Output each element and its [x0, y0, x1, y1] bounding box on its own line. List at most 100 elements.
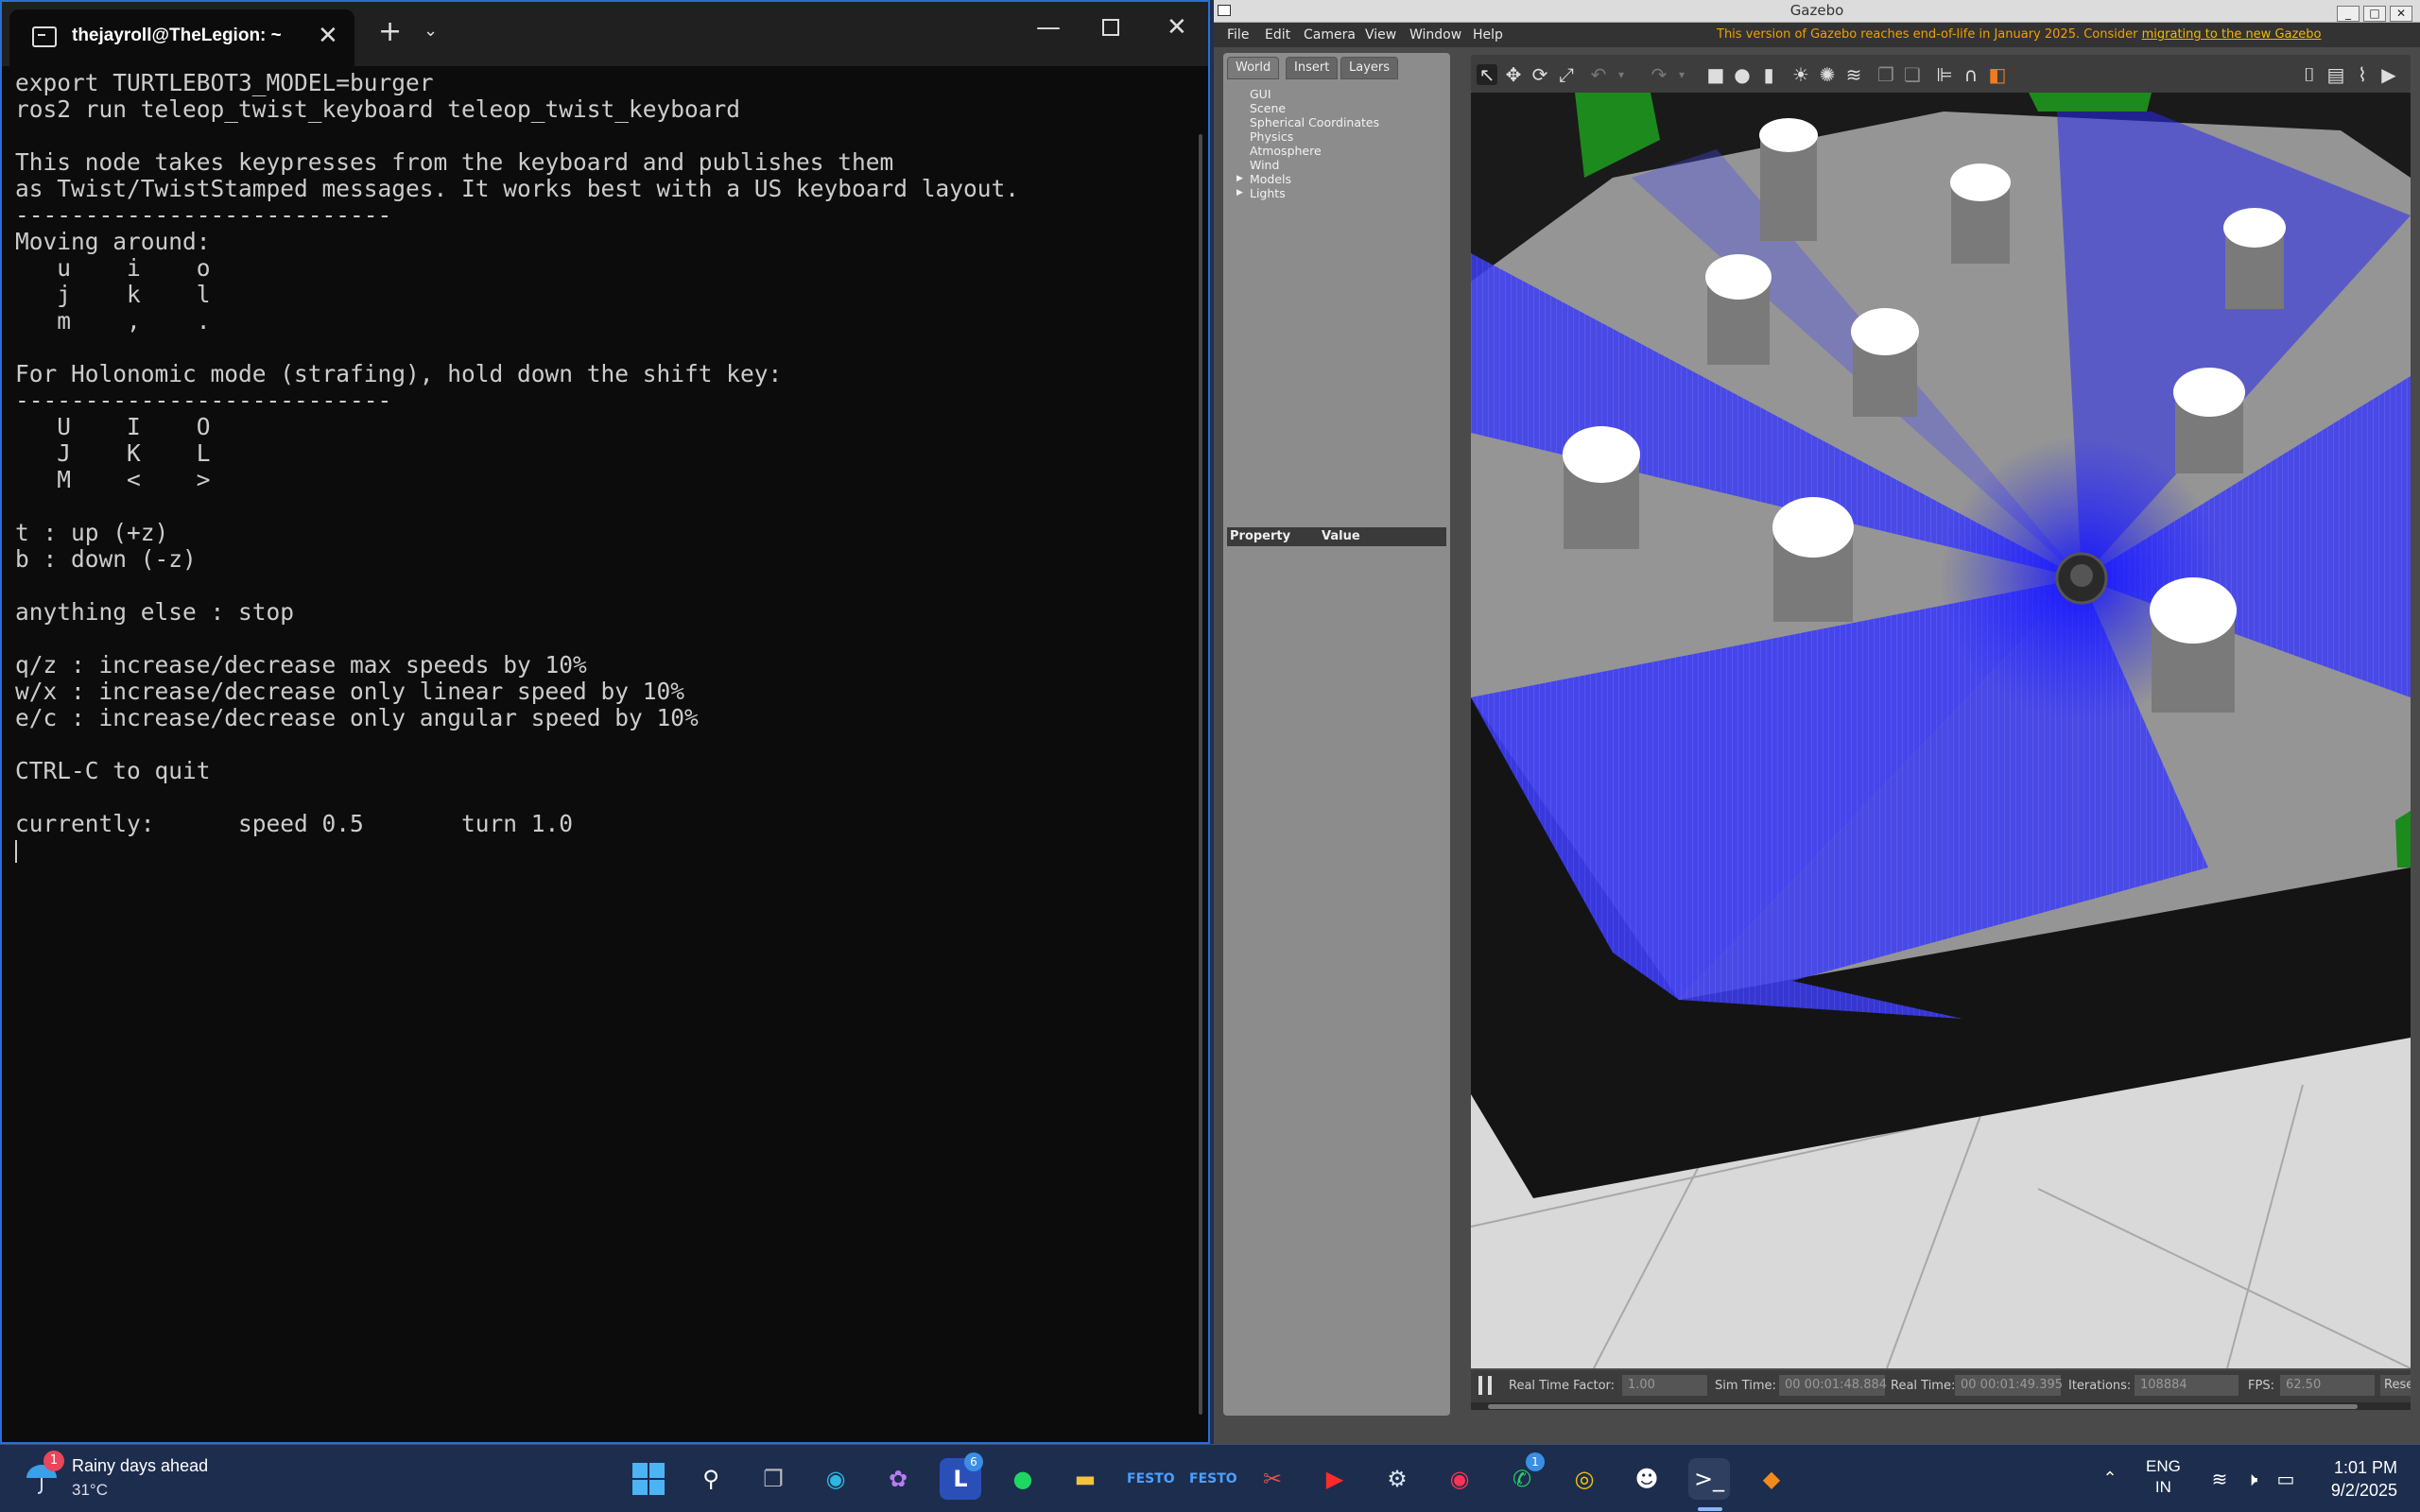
paste-icon[interactable]: ❏ [1902, 64, 1923, 85]
menu-help[interactable]: Help [1473, 27, 1503, 43]
viewport-scrollbar[interactable] [1471, 1402, 2411, 1410]
steam-icon[interactable]: ⚙ [1376, 1458, 1418, 1500]
tree-item-atmosphere[interactable]: Atmosphere [1250, 144, 1379, 158]
spot-light-icon[interactable]: ✺ [1817, 64, 1838, 85]
gazebo-menubar: File Edit Camera View Window Help This v… [1214, 23, 2420, 47]
spotify-icon[interactable]: ● [1002, 1458, 1044, 1500]
festo-app-icon[interactable]: FESTO [1127, 1458, 1175, 1500]
menu-view[interactable]: View [1365, 27, 1396, 43]
minimize-icon[interactable]: — [1036, 13, 1061, 42]
log-icon[interactable]: ▤ [2325, 64, 2346, 85]
tree-item-models[interactable]: ▶ Models [1236, 172, 1379, 186]
snap-icon[interactable]: ∩ [1961, 64, 1981, 85]
box-shape-icon[interactable]: ■ [1705, 64, 1726, 85]
point-light-icon[interactable]: ☀ [1790, 64, 1811, 85]
clock[interactable]: 1:01 PM 9/2/2025 [2331, 1456, 2397, 1502]
snipping-tool-icon[interactable]: ✂ [1252, 1458, 1293, 1500]
tab-dropdown-chevron-icon[interactable]: ⌄ [424, 21, 438, 41]
gazebo-statusbar: Real Time Factor: 1.00 Sim Time: 00 00:0… [1471, 1370, 2411, 1402]
maximize-icon[interactable]: □ [2363, 6, 2386, 22]
property-table-header: Property Value [1227, 527, 1446, 546]
menu-camera[interactable]: Camera [1304, 27, 1356, 43]
tree-item-scene[interactable]: Scene [1250, 101, 1379, 115]
tab-layers[interactable]: Layers [1340, 57, 1399, 79]
translate-mode-icon[interactable]: ✥ [1503, 64, 1524, 85]
terminal-tab[interactable]: thejayroll@TheLegion: ~ ✕ [9, 9, 354, 66]
migration-link[interactable]: migrating to the new Gazebo [2142, 27, 2322, 42]
sphere-shape-icon[interactable]: ● [1732, 64, 1753, 85]
file-explorer-icon[interactable]: ▬ [1064, 1458, 1106, 1500]
terminal-window[interactable]: thejayroll@TheLegion: ~ ✕ + ⌄ — ✕ export… [0, 0, 1210, 1444]
iterations-label: Iterations: [2068, 1379, 2132, 1393]
edge-browser-icon[interactable]: ◉ [815, 1458, 856, 1500]
youtube-icon[interactable]: ▶ [1314, 1458, 1356, 1500]
gazebo-taskbar-icon[interactable]: ◆ [1751, 1458, 1792, 1500]
start-button[interactable] [628, 1458, 669, 1500]
terminal-line: q/z : increase/decrease max speeds by 10… [15, 651, 587, 679]
weather-temperature: 31°C [72, 1481, 108, 1499]
tree-item-gui[interactable]: GUI [1250, 87, 1379, 101]
copilot-icon[interactable]: ✿ [877, 1458, 919, 1500]
clock-time: 1:01 PM [2333, 1458, 2397, 1477]
scale-mode-icon[interactable]: ⤢ [1556, 64, 1577, 85]
terminal-output[interactable]: export TURTLEBOT3_MODEL=burger ros2 run t… [15, 70, 1187, 1412]
terminal-scrollbar[interactable] [1199, 134, 1202, 1415]
expand-arrow-icon[interactable]: ▶ [1236, 186, 1243, 200]
terminal-taskbar-icon[interactable]: >_ [1688, 1458, 1730, 1500]
linux-penguin-icon[interactable]: ☻ [1626, 1458, 1668, 1500]
chrome-icon[interactable]: ◎ [1564, 1458, 1605, 1500]
select-mode-icon[interactable]: ↖ [1477, 64, 1497, 85]
undo-icon[interactable]: ↶ [1588, 64, 1609, 85]
search-icon[interactable]: ⚲ [690, 1458, 732, 1500]
new-tab-plus-icon[interactable]: + [378, 15, 402, 48]
tab-world[interactable]: World [1227, 57, 1280, 79]
battery-icon[interactable]: ▭ [2265, 1458, 2307, 1500]
task-view-icon[interactable]: ❐ [752, 1458, 794, 1500]
undo-history-icon[interactable]: ▾ [1611, 64, 1632, 85]
rotate-mode-icon[interactable]: ⟳ [1530, 64, 1550, 85]
video-record-icon[interactable]: ▶ [2378, 64, 2399, 85]
copy-icon[interactable]: ❐ [1876, 64, 1896, 85]
redo-history-icon[interactable]: ▾ [1671, 64, 1692, 85]
expand-arrow-icon[interactable]: ▶ [1236, 172, 1243, 186]
gazebo-window[interactable]: Gazebo _ □ ✕ File Edit Camera View Window … [1214, 0, 2420, 1444]
scrollbar-thumb[interactable] [1488, 1404, 2358, 1409]
terminal-line: u i o [15, 254, 211, 282]
menu-file[interactable]: File [1227, 27, 1249, 43]
eol-notice: This version of Gazebo reaches end-of-li… [1717, 27, 2322, 42]
directional-light-icon[interactable]: ≋ [1843, 64, 1864, 85]
close-icon[interactable]: ✕ [1167, 13, 1187, 42]
festo-app-icon-2[interactable]: FESTO [1189, 1458, 1237, 1500]
change-view-icon[interactable]: ◧ [1987, 64, 2008, 85]
world-panel: World Insert Layers GUI Scene Spherical … [1223, 53, 1450, 1416]
eol-notice-text: This version of Gazebo reaches end-of-li… [1717, 27, 2142, 42]
close-icon[interactable]: ✕ [2390, 6, 2412, 22]
menu-edit[interactable]: Edit [1265, 27, 1290, 43]
l-app-badge: 6 [964, 1452, 983, 1471]
language-indicator[interactable]: ENG IN [2146, 1456, 2181, 1498]
plot-icon[interactable]: ⌇ [2352, 64, 2373, 85]
reset-button[interactable]: Rese [2380, 1375, 2411, 1396]
tab-close-icon[interactable]: ✕ [318, 22, 338, 50]
gazebo-titlebar[interactable]: Gazebo _ □ ✕ [1214, 0, 2420, 23]
cylinder-shape-icon[interactable]: ▮ [1758, 64, 1779, 85]
tree-item-wind[interactable]: Wind [1250, 158, 1379, 172]
align-icon[interactable]: ⊫ [1934, 64, 1955, 85]
minimize-icon[interactable]: _ [2337, 6, 2360, 22]
maximize-icon[interactable] [1102, 19, 1119, 36]
redo-icon[interactable]: ↷ [1649, 64, 1669, 85]
gazebo-title: Gazebo [1789, 2, 1844, 19]
youtube-music-icon[interactable]: ◉ [1439, 1458, 1480, 1500]
tab-insert[interactable]: Insert [1286, 57, 1339, 79]
screenshot-icon[interactable]: ⌷ [2299, 64, 2320, 85]
pause-icon[interactable] [1478, 1376, 1492, 1395]
tree-item-lights[interactable]: ▶ Lights [1236, 186, 1379, 200]
3d-scene-viewport[interactable] [1471, 93, 2411, 1368]
tree-item-physics[interactable]: Physics [1250, 129, 1379, 144]
menu-window[interactable]: Window [1409, 27, 1461, 43]
terminal-titlebar[interactable]: thejayroll@TheLegion: ~ ✕ + ⌄ — ✕ [2, 2, 1208, 66]
tree-item-spherical-coordinates[interactable]: Spherical Coordinates [1250, 115, 1379, 129]
show-hidden-icons-chevron-icon[interactable]: ⌃ [2089, 1458, 2131, 1500]
